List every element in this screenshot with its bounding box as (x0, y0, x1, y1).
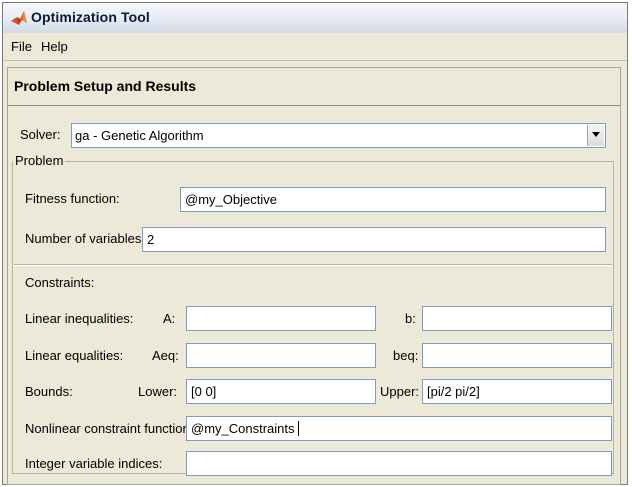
aeq-matrix-input[interactable] (186, 343, 376, 368)
title-bar[interactable]: Optimization Tool (3, 3, 627, 34)
section-title: Problem Setup and Results (14, 78, 197, 94)
menu-help[interactable]: Help (41, 39, 68, 54)
solver-value: ga - Genetic Algorithm (75, 128, 204, 143)
linear-equalities-label: Linear equalities: (25, 348, 124, 363)
section-divider (14, 264, 612, 266)
optimization-tool-window: Optimization Tool File Help Problem Setu… (2, 2, 628, 485)
solver-dropdown-button[interactable] (587, 125, 604, 146)
solver-label: Solver: (20, 127, 61, 142)
beq-vector-label: beq: (393, 348, 419, 363)
upper-bound-input[interactable]: [pi/2 pi/2] (422, 379, 612, 404)
constraints-title: Constraints: (25, 275, 95, 290)
a-matrix-input[interactable] (186, 306, 376, 331)
nonlinear-constraint-value: @my_Constraints (191, 421, 295, 436)
integer-variable-indices-input[interactable] (186, 451, 612, 476)
lower-bound-input[interactable]: [0 0] (186, 379, 376, 404)
number-of-variables-input[interactable]: 2 (142, 227, 606, 252)
nonlinear-constraint-input[interactable]: @my_Constraints (186, 416, 612, 441)
problem-setup-panel: Solver: ga - Genetic Algorithm Problem F… (7, 105, 621, 485)
upper-bound-label: Upper: (380, 384, 420, 399)
aeq-matrix-label: Aeq: (152, 348, 179, 363)
b-vector-input[interactable] (422, 306, 612, 331)
integer-variable-indices-label: Integer variable indices: (25, 456, 163, 471)
number-of-variables-label: Number of variables: (25, 231, 145, 246)
chevron-down-icon (592, 132, 600, 137)
menu-file[interactable]: File (11, 39, 32, 54)
b-vector-label: b: (405, 311, 416, 326)
problem-group-title: Problem (13, 153, 66, 168)
section-header: Problem Setup and Results (7, 67, 621, 105)
bounds-label: Bounds: (25, 384, 73, 399)
beq-vector-input[interactable] (422, 343, 612, 368)
text-caret (297, 421, 299, 436)
solver-dropdown[interactable]: ga - Genetic Algorithm (71, 123, 606, 148)
lower-bound-label: Lower: (138, 384, 178, 399)
a-matrix-label: A: (163, 311, 176, 326)
fitness-function-input[interactable]: @my_Objective (180, 187, 606, 212)
matlab-logo-icon (10, 9, 28, 27)
fitness-function-label: Fitness function: (25, 191, 120, 206)
menu-bar: File Help (3, 33, 627, 61)
linear-inequalities-label: Linear inequalities: (25, 311, 134, 326)
nonlinear-constraint-label: Nonlinear constraint function: (25, 421, 194, 436)
window-title: Optimization Tool (31, 9, 150, 25)
